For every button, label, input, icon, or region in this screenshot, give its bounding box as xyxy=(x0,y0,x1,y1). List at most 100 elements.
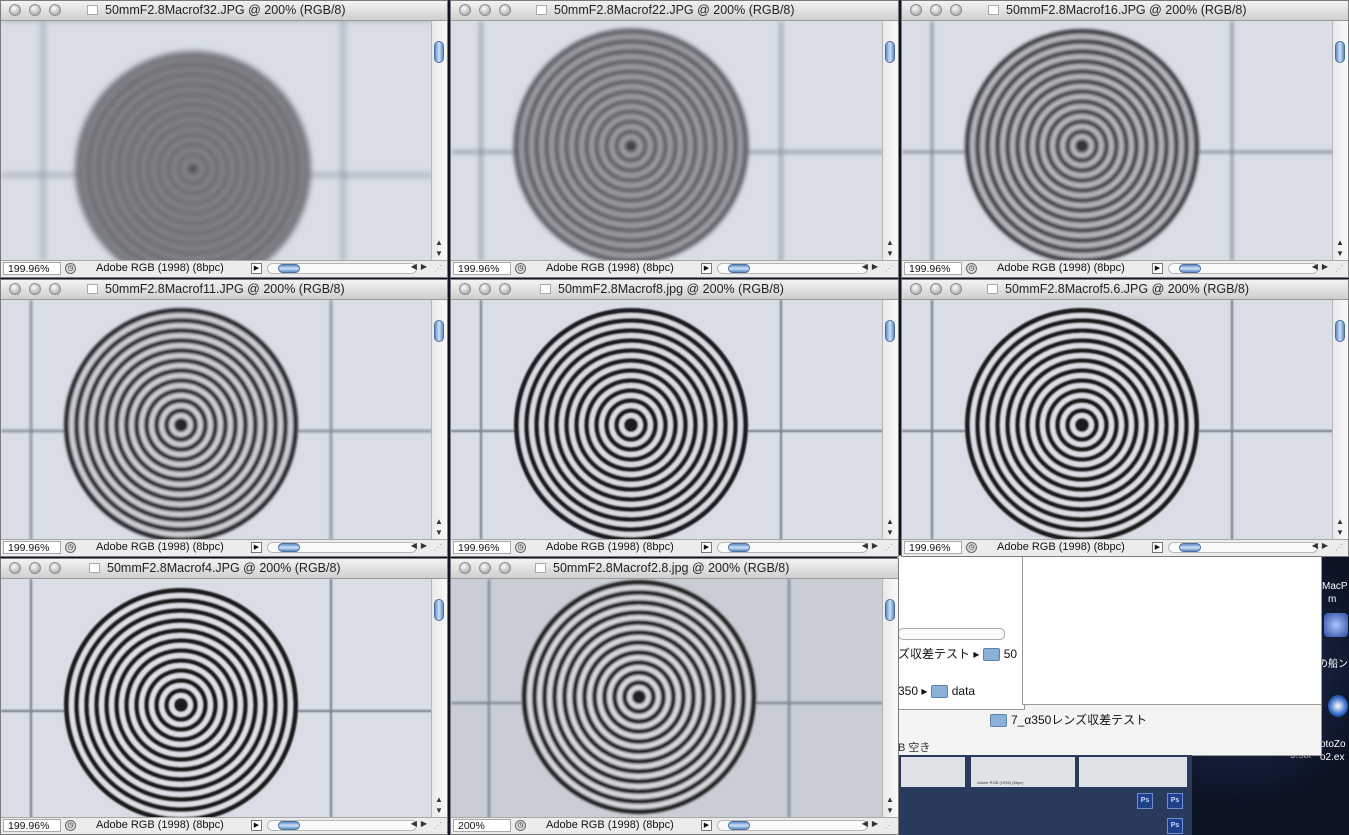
vertical-scrollbar[interactable]: ▲ ▼ xyxy=(1332,21,1348,261)
scroll-down-arrow[interactable]: ▼ xyxy=(1335,249,1345,259)
resize-grip-icon[interactable]: ⋰ xyxy=(434,264,446,276)
minimize-button[interactable] xyxy=(29,562,41,574)
minimize-button[interactable] xyxy=(29,283,41,295)
scroll-arrows[interactable]: ◀▶ xyxy=(1312,541,1332,550)
scroll-arrows[interactable]: ◀▶ xyxy=(411,819,431,828)
zoom-level-field[interactable]: 199.96% xyxy=(3,541,61,554)
close-button[interactable] xyxy=(459,4,471,16)
photoshop-file-icon[interactable]: Ps xyxy=(1167,793,1183,809)
title-bar[interactable]: 50mmF2.8Macrof32.JPG @ 200% (RGB/8) xyxy=(1,1,447,21)
resize-grip-icon[interactable]: ⋰ xyxy=(434,543,446,555)
zoom-button[interactable] xyxy=(49,283,61,295)
resize-grip-icon[interactable]: ⋰ xyxy=(885,543,897,555)
scroll-thumb[interactable] xyxy=(885,41,895,63)
finder-window-right[interactable] xyxy=(1022,555,1322,705)
image-canvas[interactable] xyxy=(902,300,1333,540)
status-menu-arrow[interactable]: ▶ xyxy=(251,820,262,831)
image-canvas[interactable] xyxy=(1,300,432,540)
image-canvas[interactable] xyxy=(1,579,432,818)
minimize-button[interactable] xyxy=(930,283,942,295)
horizontal-scrollbar[interactable] xyxy=(267,542,417,553)
vertical-scrollbar[interactable]: ▲ ▼ xyxy=(882,579,898,818)
document-window[interactable]: 50mmF2.8Macrof16.JPG @ 200% (RGB/8) ▲ ▼ 199… xyxy=(901,0,1349,278)
status-menu-arrow[interactable]: ▶ xyxy=(251,542,262,553)
zoom-level-field[interactable]: 199.96% xyxy=(904,541,962,554)
document-window[interactable]: 50mmF2.8Macrof8.jpg @ 200% (RGB/8) ▲ ▼ 199.… xyxy=(450,279,899,557)
document-info-icon[interactable]: ◷ xyxy=(966,542,977,553)
document-window[interactable]: 50mmF2.8Macrof32.JPG @ 200% (RGB/8) ▲ ▼ 199… xyxy=(0,0,448,278)
image-canvas[interactable] xyxy=(451,21,883,261)
zoom-level-field[interactable]: 200% xyxy=(453,819,511,832)
scroll-thumb[interactable] xyxy=(885,599,895,621)
resize-grip-icon[interactable]: ⋰ xyxy=(434,821,446,833)
finder-path-row[interactable]: ズ収差テスト ▸ 50 xyxy=(898,645,1017,662)
minimize-button[interactable] xyxy=(479,562,491,574)
zoom-level-field[interactable]: 199.96% xyxy=(904,262,962,275)
horizontal-scrollbar[interactable] xyxy=(717,263,868,274)
thumbnail[interactable] xyxy=(1079,757,1187,787)
thumbnail[interactable] xyxy=(901,757,965,787)
zoom-button[interactable] xyxy=(950,4,962,16)
zoom-button[interactable] xyxy=(49,4,61,16)
scroll-arrows[interactable]: ◀▶ xyxy=(411,262,431,271)
vertical-scrollbar[interactable]: ▲ ▼ xyxy=(431,300,447,540)
vertical-scrollbar[interactable]: ▲ ▼ xyxy=(882,21,898,261)
status-menu-arrow[interactable]: ▶ xyxy=(1152,263,1163,274)
image-canvas[interactable] xyxy=(902,21,1333,261)
scroll-arrows[interactable]: ◀▶ xyxy=(1312,262,1332,271)
title-bar[interactable]: 50mmF2.8Macrof4.JPG @ 200% (RGB/8) xyxy=(1,559,447,579)
close-button[interactable] xyxy=(9,4,21,16)
image-canvas[interactable] xyxy=(451,579,883,818)
status-menu-arrow[interactable]: ▶ xyxy=(701,263,712,274)
document-window[interactable]: 50mmF2.8Macrof4.JPG @ 200% (RGB/8) ▲ ▼ 199.… xyxy=(0,558,448,835)
thumbnail[interactable]: Adobe RGB (1998) (8bpc) xyxy=(971,757,1075,787)
scroll-down-arrow[interactable]: ▼ xyxy=(885,528,895,538)
minimize-button[interactable] xyxy=(479,283,491,295)
scroll-thumb[interactable] xyxy=(1335,41,1345,63)
scroll-thumb[interactable] xyxy=(278,821,300,830)
scroll-down-arrow[interactable]: ▼ xyxy=(885,249,895,259)
scroll-up-arrow[interactable]: ▲ xyxy=(885,238,895,248)
scroll-up-arrow[interactable]: ▲ xyxy=(434,795,444,805)
vertical-scrollbar[interactable]: ▲ ▼ xyxy=(431,579,447,818)
photoshop-file-icon[interactable]: Ps xyxy=(1167,818,1183,834)
scroll-thumb[interactable] xyxy=(278,264,300,273)
desktop-icon-app[interactable] xyxy=(1328,695,1348,717)
document-info-icon[interactable]: ◷ xyxy=(966,263,977,274)
document-info-icon[interactable]: ◷ xyxy=(65,263,76,274)
minimize-button[interactable] xyxy=(29,4,41,16)
resize-grip-icon[interactable]: ⋰ xyxy=(885,264,897,276)
horizontal-scrollbar[interactable] xyxy=(1168,542,1318,553)
zoom-level-field[interactable]: 199.96% xyxy=(3,262,61,275)
image-canvas[interactable] xyxy=(1,21,432,261)
close-button[interactable] xyxy=(9,562,21,574)
status-menu-arrow[interactable]: ▶ xyxy=(251,263,262,274)
scroll-thumb[interactable] xyxy=(434,41,444,63)
finder-path-row-2[interactable]: 350 ▸ data xyxy=(898,684,975,699)
scroll-up-arrow[interactable]: ▲ xyxy=(1335,238,1345,248)
scroll-down-arrow[interactable]: ▼ xyxy=(885,806,895,816)
scroll-arrows[interactable]: ◀▶ xyxy=(862,819,882,828)
document-window[interactable]: 50mmF2.8Macrof11.JPG @ 200% (RGB/8) ▲ ▼ 199… xyxy=(0,279,448,557)
zoom-button[interactable] xyxy=(499,562,511,574)
horizontal-scrollbar[interactable] xyxy=(267,263,417,274)
document-window[interactable]: 50mmF2.8Macrof2.8.jpg @ 200% (RGB/8) ▲ ▼ 20… xyxy=(450,558,899,835)
document-info-icon[interactable]: ◷ xyxy=(65,820,76,831)
title-bar[interactable]: 50mmF2.8Macrof8.jpg @ 200% (RGB/8) xyxy=(451,280,898,300)
close-button[interactable] xyxy=(459,562,471,574)
horizontal-scrollbar[interactable] xyxy=(1168,263,1318,274)
desktop-icon-disk[interactable] xyxy=(1324,613,1348,637)
scroll-thumb[interactable] xyxy=(434,320,444,342)
scroll-up-arrow[interactable]: ▲ xyxy=(434,238,444,248)
minimize-button[interactable] xyxy=(930,4,942,16)
document-window[interactable]: 50mmF2.8Macrof5.6.JPG @ 200% (RGB/8) ▲ ▼ 19… xyxy=(901,279,1349,557)
title-bar[interactable]: 50mmF2.8Macrof16.JPG @ 200% (RGB/8) xyxy=(902,1,1348,21)
close-button[interactable] xyxy=(910,4,922,16)
zoom-level-field[interactable]: 199.96% xyxy=(453,262,511,275)
scroll-thumb[interactable] xyxy=(728,821,750,830)
document-info-icon[interactable]: ◷ xyxy=(515,542,526,553)
resize-grip-icon[interactable]: ⋰ xyxy=(1335,543,1347,555)
document-info-icon[interactable]: ◷ xyxy=(515,263,526,274)
zoom-button[interactable] xyxy=(49,562,61,574)
status-menu-arrow[interactable]: ▶ xyxy=(701,542,712,553)
